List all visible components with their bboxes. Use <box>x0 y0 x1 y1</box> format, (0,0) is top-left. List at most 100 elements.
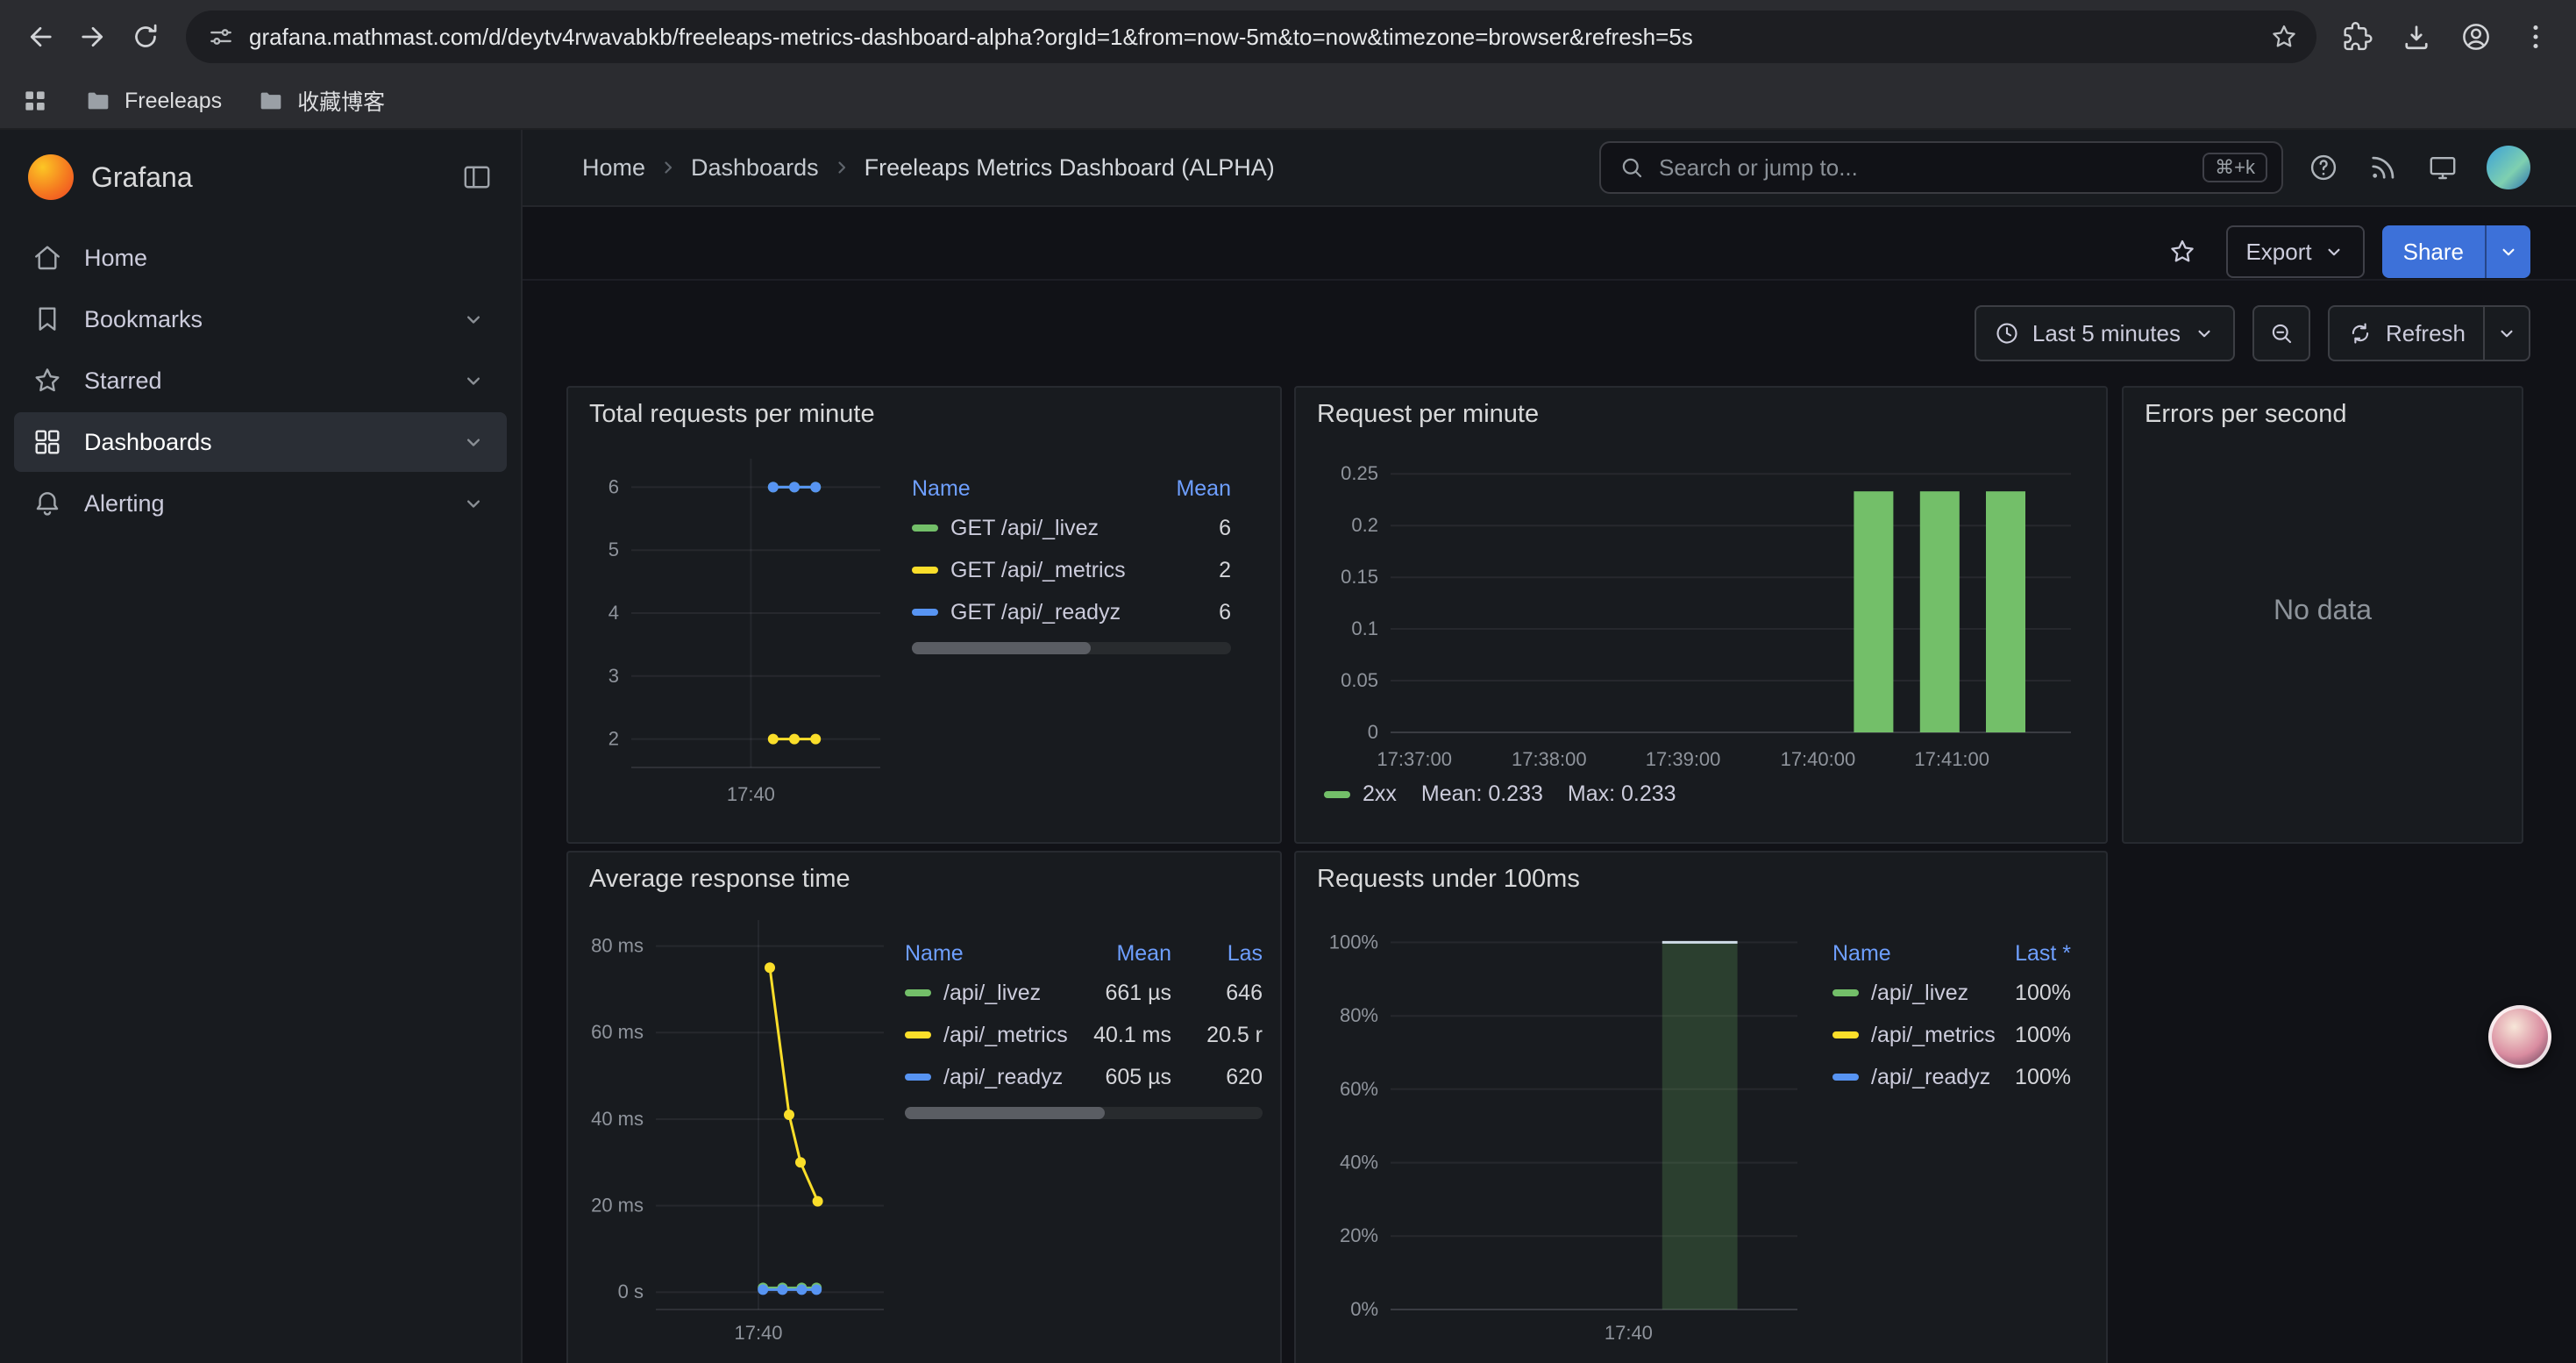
series-label: /api/_livez <box>943 981 1041 1006</box>
series-color-icon <box>912 609 938 616</box>
forward-icon[interactable] <box>67 11 119 63</box>
legend-scrollbar <box>912 642 1231 654</box>
export-button[interactable]: Export <box>2226 225 2364 278</box>
search-box[interactable]: ⌘+k <box>1599 141 2283 194</box>
toolbar-right-icons <box>2330 11 2562 63</box>
legend-series-name[interactable]: GET /api/_metrics <box>912 558 1140 583</box>
menu-dots-icon[interactable] <box>2509 11 2562 63</box>
time-range-label: Last 5 minutes <box>2032 320 2181 347</box>
bookmark-folder-blogs[interactable]: 收藏博客 <box>257 85 385 117</box>
address-bar[interactable]: grafana.mathmast.com/d/deytv4rwavabkb/fr… <box>186 11 2316 63</box>
reload-icon[interactable] <box>119 11 172 63</box>
legend-table-grid: NameLast */api/_livez100%/api/_metrics10… <box>1832 938 2071 1098</box>
panel-title[interactable]: Total requests per minute <box>568 388 1280 434</box>
panel-title[interactable]: Average response time <box>568 853 1280 899</box>
zoom-out-icon <box>2268 320 2295 346</box>
share-dropdown-caret[interactable] <box>2485 225 2530 278</box>
legend-col-header[interactable]: Name <box>912 473 1140 507</box>
chevron-down-icon[interactable] <box>461 307 486 332</box>
legend-scrollbar-thumb[interactable] <box>905 1107 1105 1119</box>
apps-grid-icon[interactable] <box>21 87 49 115</box>
legend-col-header[interactable]: Name <box>1832 938 1996 972</box>
search-input[interactable] <box>1659 154 2188 182</box>
sidebar-item-alerting[interactable]: Alerting <box>14 474 507 533</box>
chevron-down-icon[interactable] <box>461 368 486 393</box>
dashboards-grid-icon <box>32 426 63 458</box>
sidebar-collapse-icon[interactable] <box>461 161 493 193</box>
sidebar-item-starred[interactable]: Starred <box>14 351 507 410</box>
legend-col-header[interactable]: Las <box>1171 938 1263 972</box>
legend-col-header[interactable]: Last * <box>1996 938 2071 972</box>
legend-col-header[interactable]: Name <box>905 938 1079 972</box>
legend-series-name[interactable]: /api/_livez <box>1832 981 1996 1006</box>
legend-series-name[interactable]: /api/_readyz <box>905 1065 1079 1090</box>
panel-title[interactable]: Requests under 100ms <box>1296 853 2106 899</box>
extensions-icon[interactable] <box>2330 11 2383 63</box>
legend-series[interactable]: 2xx <box>1324 781 1397 807</box>
chevron-down-icon[interactable] <box>461 430 486 454</box>
bookmark-folder-freeleaps[interactable]: Freeleaps <box>84 87 222 115</box>
svg-text:0.1: 0.1 <box>1351 617 1378 639</box>
legend-series-name[interactable]: GET /api/_readyz <box>912 600 1140 625</box>
chevron-down-icon[interactable] <box>461 491 486 516</box>
legend-col-header[interactable]: Mean <box>1140 473 1231 507</box>
breadcrumb-dashboards[interactable]: Dashboards <box>691 154 819 182</box>
screen: grafana.mathmast.com/d/deytv4rwavabkb/fr… <box>0 0 2576 1363</box>
legend-scrollbar-thumb[interactable] <box>912 642 1091 654</box>
legend-col-header[interactable]: Mean <box>1079 938 1171 972</box>
legend-series-name[interactable]: /api/_metrics <box>905 1023 1079 1048</box>
series-color-icon <box>905 1074 931 1081</box>
help-icon[interactable] <box>2308 152 2339 183</box>
panel-title[interactable]: Errors per second <box>2124 388 2522 434</box>
series-label: GET /api/_livez <box>950 516 1099 541</box>
back-icon[interactable] <box>14 11 67 63</box>
url-text[interactable]: grafana.mathmast.com/d/deytv4rwavabkb/fr… <box>249 24 2255 51</box>
news-rss-icon[interactable] <box>2367 152 2399 183</box>
breadcrumb-current[interactable]: Freeleaps Metrics Dashboard (ALPHA) <box>865 154 1275 182</box>
bookmark-icon <box>32 303 63 335</box>
user-avatar[interactable] <box>2487 146 2530 189</box>
clock-icon <box>1994 320 2020 346</box>
sidebar-item-home[interactable]: Home <box>14 228 507 288</box>
request-per-minute-chart[interactable]: 0.250.20.150.10.05017:37:0017:38:0017:39… <box>1313 434 2089 778</box>
svg-text:40 ms: 40 ms <box>591 1108 644 1130</box>
legend-table: NameMeanGET /api/_livez6GET /api/_metric… <box>894 434 1263 813</box>
svg-text:60%: 60% <box>1340 1078 1378 1100</box>
profile-icon[interactable] <box>2450 11 2502 63</box>
average-response-time-chart[interactable]: 80 ms60 ms40 ms20 ms0 s17:40 <box>586 899 894 1352</box>
legend-series-name[interactable]: GET /api/_livez <box>912 516 1140 541</box>
no-data-message: No data <box>2141 434 2504 785</box>
series-label: /api/_metrics <box>1871 1023 1996 1048</box>
legend-row: /api/_metrics100% <box>1832 1014 2071 1056</box>
folder-icon <box>257 87 285 115</box>
floating-extension-avatar[interactable] <box>2488 1005 2551 1068</box>
site-info-icon[interactable] <box>207 23 235 51</box>
series-label: GET /api/_readyz <box>950 600 1121 625</box>
total-requests-chart[interactable]: 6543217:40 <box>586 434 894 813</box>
monitor-icon[interactable] <box>2427 152 2459 183</box>
svg-text:20 ms: 20 ms <box>591 1195 644 1217</box>
legend-max-stat: Max: 0.233 <box>1568 781 1676 807</box>
refresh-button[interactable]: Refresh <box>2330 307 2483 360</box>
panel-title[interactable]: Request per minute <box>1296 388 2106 434</box>
favorite-star-icon[interactable] <box>2156 225 2209 278</box>
time-controls: Last 5 minutes Refresh <box>523 281 2576 361</box>
legend-series-name[interactable]: /api/_metrics <box>1832 1023 1996 1048</box>
grafana-logo[interactable] <box>28 154 74 200</box>
breadcrumb-home[interactable]: Home <box>582 154 645 182</box>
downloads-icon[interactable] <box>2390 11 2443 63</box>
sidebar-item-dashboards[interactable]: Dashboards <box>14 412 507 472</box>
sidebar-item-bookmarks[interactable]: Bookmarks <box>14 289 507 349</box>
legend-series-name[interactable]: /api/_livez <box>905 981 1079 1006</box>
bookmark-star-icon[interactable] <box>2269 22 2299 52</box>
browser-toolbar: grafana.mathmast.com/d/deytv4rwavabkb/fr… <box>0 0 2576 74</box>
chevron-down-icon <box>2497 240 2520 263</box>
refresh-interval-caret[interactable] <box>2483 307 2529 360</box>
requests-under-100ms-chart[interactable]: 100%80%60%40%20%0%17:40 <box>1313 899 1815 1352</box>
time-range-picker[interactable]: Last 5 minutes <box>1975 305 2235 361</box>
brand-title: Grafana <box>91 161 444 194</box>
legend-series-name[interactable]: /api/_readyz <box>1832 1065 1996 1090</box>
share-button-main[interactable]: Share <box>2382 225 2485 278</box>
star-icon <box>32 365 63 396</box>
zoom-out-button[interactable] <box>2252 305 2310 361</box>
